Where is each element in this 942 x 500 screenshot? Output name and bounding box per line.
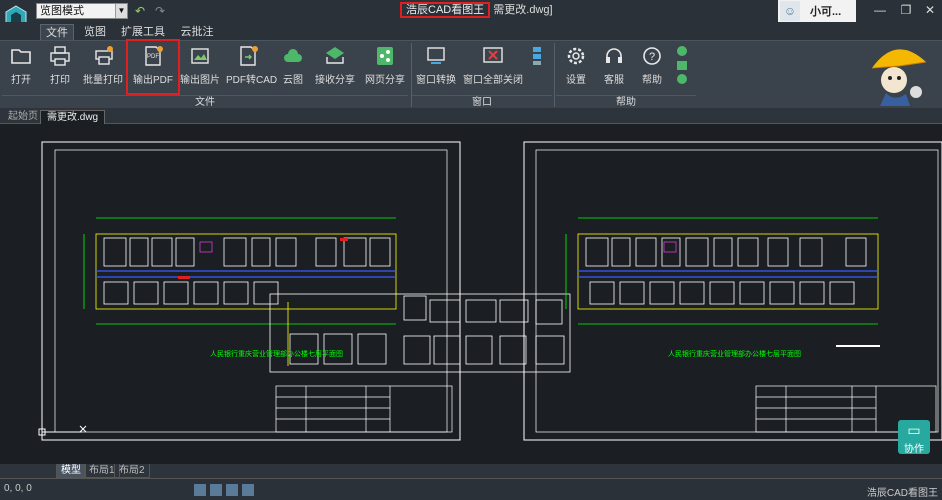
collaborate-button[interactable]: ▭ 协作 xyxy=(898,420,930,455)
export-image-button[interactable]: 输出图片 xyxy=(178,45,222,95)
pdf-to-cad-button[interactable]: PDF转CAD xyxy=(226,45,277,95)
tab-start-page[interactable]: 起始页 xyxy=(2,110,44,124)
close-icon[interactable]: ✕ xyxy=(916,0,942,22)
title-block-left xyxy=(275,385,453,433)
settings-button[interactable]: 设置 xyxy=(560,45,592,95)
status-bar: 0, 0, 0 浩辰CAD看图王 xyxy=(0,478,942,500)
tab-cloud-annotate[interactable]: 云批注 xyxy=(178,24,216,40)
ribbon: 打开 打印 批量打印 PDF 输出PDF 输出图片 PDF转CAD 云图 接收分… xyxy=(0,39,942,109)
receive-share-icon xyxy=(326,47,344,64)
window-switch-icon xyxy=(427,47,445,64)
receive-share-button[interactable]: 接收分享 xyxy=(314,45,356,95)
web-share-button[interactable]: 网页分享 xyxy=(362,45,408,95)
user-account[interactable]: ☺ 小可... xyxy=(778,0,856,22)
drawing-canvas[interactable]: 人民银行重庆营业管理部办公楼七层平面图 人民银行重庆营业管理部办公楼七层平面图 … xyxy=(0,124,942,464)
group-label-window: 窗口 xyxy=(412,95,552,109)
window-title: 浩辰CAD看图王 需更改.dwg] xyxy=(400,2,553,20)
tab-file[interactable]: 文件 xyxy=(40,24,74,40)
tile-icon xyxy=(533,47,541,65)
service-button[interactable]: 客服 xyxy=(598,45,630,95)
drawing-title-left: 人民银行重庆营业管理部办公楼七层平面图 xyxy=(210,349,343,358)
coordinates-readout: 0, 0, 0 xyxy=(4,483,32,494)
group-label-help: 帮助 xyxy=(556,95,696,109)
avatar: ☺ xyxy=(780,1,800,21)
redo-icon[interactable]: ↷ xyxy=(152,3,168,19)
help-icon: ? xyxy=(643,47,661,65)
export-pdf-button[interactable]: PDF 输出PDF xyxy=(126,39,180,95)
fullscreen-icon[interactable] xyxy=(242,484,254,496)
extra-tools-button[interactable] xyxy=(674,45,690,95)
left-floor-plan xyxy=(83,217,397,325)
folder-icon xyxy=(11,49,31,64)
title-bar: 览图模式 ▼ ↶ ↷ 浩辰CAD看图王 需更改.dwg] ☺ 小可... — ❐… xyxy=(0,0,942,33)
ucs-icon xyxy=(38,390,87,436)
minimize-icon[interactable]: — xyxy=(866,0,894,22)
pdf-icon: PDF xyxy=(145,46,163,66)
help-button[interactable]: ? 帮助 xyxy=(636,45,668,95)
pdf-convert-icon xyxy=(240,46,258,66)
window-switch-button[interactable]: 窗口转换 xyxy=(414,45,458,95)
gear-icon xyxy=(567,47,585,65)
svg-text:?: ? xyxy=(649,51,655,63)
status-app-name: 浩辰CAD看图王 xyxy=(866,488,938,499)
tab-drawing-file[interactable]: 需更改.dwg xyxy=(40,110,106,124)
layout-tabbar: 模型 布局1 布局2 xyxy=(0,464,942,478)
app-title: 浩辰CAD看图王 xyxy=(400,2,491,18)
printer-icon xyxy=(50,46,70,66)
close-windows-icon xyxy=(483,47,503,63)
ribbon-tabbar: 文件 览图 扩展工具 云批注 xyxy=(0,22,942,40)
chat-icon: ▭ xyxy=(907,422,921,438)
drawing-title-right: 人民银行重庆营业管理部办公楼七层平面图 xyxy=(668,349,801,358)
ribbon-divider xyxy=(554,43,555,107)
close-all-windows-button[interactable]: 窗口全部关闭 xyxy=(462,45,524,95)
crosshair-icon[interactable] xyxy=(226,484,238,496)
tab-extend-tools[interactable]: 扩展工具 xyxy=(118,24,168,40)
mascot-icon xyxy=(871,49,927,106)
chevron-down-icon: ▼ xyxy=(115,4,127,18)
headset-icon xyxy=(606,48,622,63)
right-floor-plan xyxy=(565,217,880,347)
center-building xyxy=(269,293,571,373)
open-button[interactable]: 打开 xyxy=(4,45,38,95)
tab-layout2[interactable]: 布局2 xyxy=(114,464,150,478)
document-tabbar: 起始页 需更改.dwg xyxy=(0,108,942,124)
batch-print-button[interactable]: 批量打印 xyxy=(82,45,124,95)
undo-icon[interactable]: ↶ xyxy=(132,3,148,19)
image-export-icon xyxy=(191,48,209,64)
batch-printer-icon xyxy=(95,46,113,65)
share-icon xyxy=(377,47,393,65)
svg-text:PDF: PDF xyxy=(147,54,159,60)
file-title: 需更改.dwg] xyxy=(493,4,553,16)
cloud-icon xyxy=(284,49,302,62)
group-label-file: 文件 xyxy=(2,95,408,109)
cad-drawing[interactable]: 人民银行重庆营业管理部办公楼七层平面图 人民银行重庆营业管理部办公楼七层平面图 xyxy=(0,124,942,464)
cloud-button[interactable]: 云图 xyxy=(276,45,310,95)
tab-model[interactable]: 模型 xyxy=(56,464,86,478)
print-button[interactable]: 打印 xyxy=(44,45,76,95)
window-arrange-button[interactable] xyxy=(530,45,544,95)
view-mode-select[interactable]: 览图模式 ▼ xyxy=(36,3,128,19)
grid-icon[interactable] xyxy=(194,484,206,496)
tab-view[interactable]: 览图 xyxy=(80,24,110,40)
mini-tools-icon xyxy=(677,46,687,84)
snap-icon[interactable] xyxy=(210,484,222,496)
